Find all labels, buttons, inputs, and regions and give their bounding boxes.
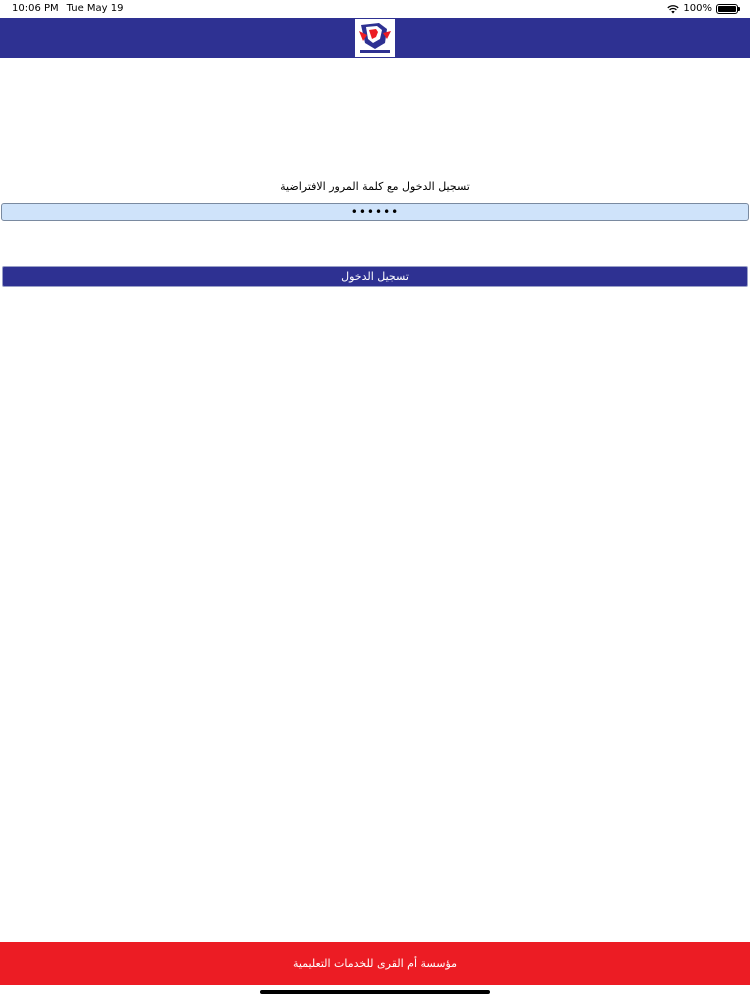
battery-tip xyxy=(738,6,740,11)
status-right: 100% xyxy=(667,3,740,14)
home-indicator[interactable] xyxy=(260,990,490,994)
footer-text: مؤسسة أم القرى للخدمات التعليمية xyxy=(292,957,458,970)
status-time: 10:06 PM xyxy=(12,3,59,14)
wifi-icon xyxy=(667,4,680,13)
top-bar xyxy=(0,18,750,58)
login-label: تسجيل الدخول مع كلمة المرور الافتراضية xyxy=(280,180,470,193)
status-bar: 10:06 PM Tue May 19 100% xyxy=(0,0,750,18)
battery-fill xyxy=(718,5,736,12)
login-button[interactable]: تسجيل الدخول xyxy=(2,266,748,287)
password-input[interactable] xyxy=(1,203,749,221)
status-date: Tue May 19 xyxy=(66,3,124,14)
battery-icon xyxy=(716,3,740,14)
footer: مؤسسة أم القرى للخدمات التعليمية xyxy=(0,942,750,985)
school-shield-logo-icon xyxy=(355,19,395,57)
battery-percent: 100% xyxy=(683,3,712,14)
status-left: 10:06 PM Tue May 19 xyxy=(12,3,124,14)
login-screen: 10:06 PM Tue May 19 100% تسجيل الدخول مع… xyxy=(0,0,750,1000)
